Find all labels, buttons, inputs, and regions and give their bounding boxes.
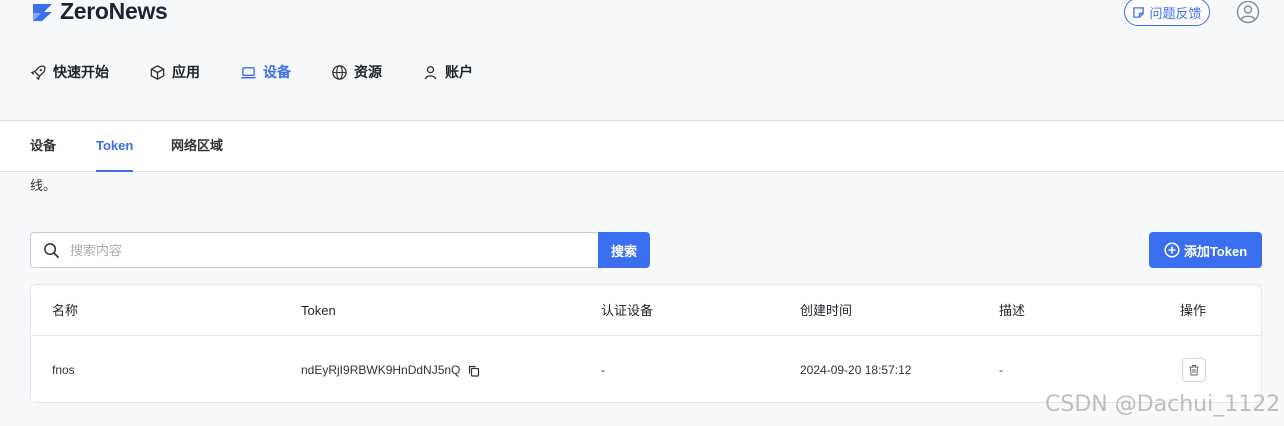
cell-created: 2024-09-20 18:57:12 — [800, 363, 912, 377]
nav-item-quickstart[interactable]: 快速开始 — [30, 60, 109, 84]
feedback-button[interactable]: 问题反馈 — [1124, 0, 1210, 26]
user-icon — [424, 65, 437, 79]
cube-icon — [150, 64, 165, 80]
column-header-token: Token — [301, 303, 336, 318]
nav-label: 设备 — [263, 64, 291, 80]
trash-icon — [1189, 365, 1199, 376]
cell-token: ndEyRjI9RBWK9HnDdNJ5nQ — [301, 337, 480, 403]
delete-button[interactable] — [1182, 358, 1206, 382]
cell-name: fnos — [52, 363, 75, 377]
main-nav: 快速开始 应用 设备 资源 账户 — [30, 60, 513, 84]
copy-icon[interactable] — [468, 365, 480, 377]
search-field[interactable] — [30, 232, 598, 268]
column-header-description: 描述 — [999, 303, 1026, 318]
column-header-created: 创建时间 — [800, 303, 853, 318]
nav-item-account[interactable]: 账户 — [422, 60, 473, 84]
column-header-devices: 认证设备 — [601, 303, 654, 318]
column-header-name: 名称 — [52, 303, 79, 318]
logo-text: ZeroNews — [60, 0, 168, 24]
search-input[interactable] — [70, 242, 550, 258]
nav-item-resources[interactable]: 资源 — [331, 60, 382, 84]
add-token-button[interactable]: 添加Token — [1149, 232, 1262, 268]
cell-devices: - — [601, 363, 605, 377]
nav-label: 应用 — [172, 64, 200, 80]
laptop-icon — [241, 66, 256, 78]
nav-item-devices[interactable]: 设备 — [240, 60, 291, 84]
zeronews-logo-icon — [33, 3, 52, 21]
note-icon — [1133, 6, 1145, 18]
add-token-label: 添加Token — [1183, 243, 1248, 259]
globe-icon — [332, 64, 347, 80]
nav-label: 快速开始 — [53, 64, 109, 80]
cell-description: - — [999, 363, 1003, 377]
search-bar: 搜索 — [30, 232, 650, 268]
tab-network-zone[interactable]: 网络区域 — [171, 121, 223, 172]
tab-token[interactable]: Token — [96, 121, 134, 172]
token-table: 名称 Token 认证设备 创建时间 描述 操作 fnos ndEyRjI9RB… — [30, 284, 1262, 403]
table-header: 名称 Token 认证设备 创建时间 描述 操作 — [31, 285, 1261, 336]
nav-label: 资源 — [354, 64, 382, 80]
logo[interactable]: ZeroNews — [30, 0, 168, 25]
column-header-actions: 操作 — [1180, 303, 1207, 318]
user-avatar-icon[interactable] — [1236, 0, 1260, 24]
tab-bar: 设备 Token 网络区域 — [0, 120, 1284, 172]
plus-circle-icon — [1164, 242, 1180, 258]
token-value: ndEyRjI9RBWK9HnDdNJ5nQ — [301, 363, 461, 377]
feedback-label: 问题反馈 — [1149, 5, 1202, 21]
search-button[interactable]: 搜索 — [598, 232, 650, 268]
rocket-icon — [30, 64, 46, 80]
description-text: 线。 — [30, 178, 57, 193]
watermark: CSDN @Dachui_1122 — [1045, 392, 1281, 417]
tab-devices[interactable]: 设备 — [30, 121, 56, 172]
search-icon — [44, 242, 59, 258]
nav-item-apps[interactable]: 应用 — [149, 60, 200, 84]
nav-label: 账户 — [445, 64, 473, 80]
